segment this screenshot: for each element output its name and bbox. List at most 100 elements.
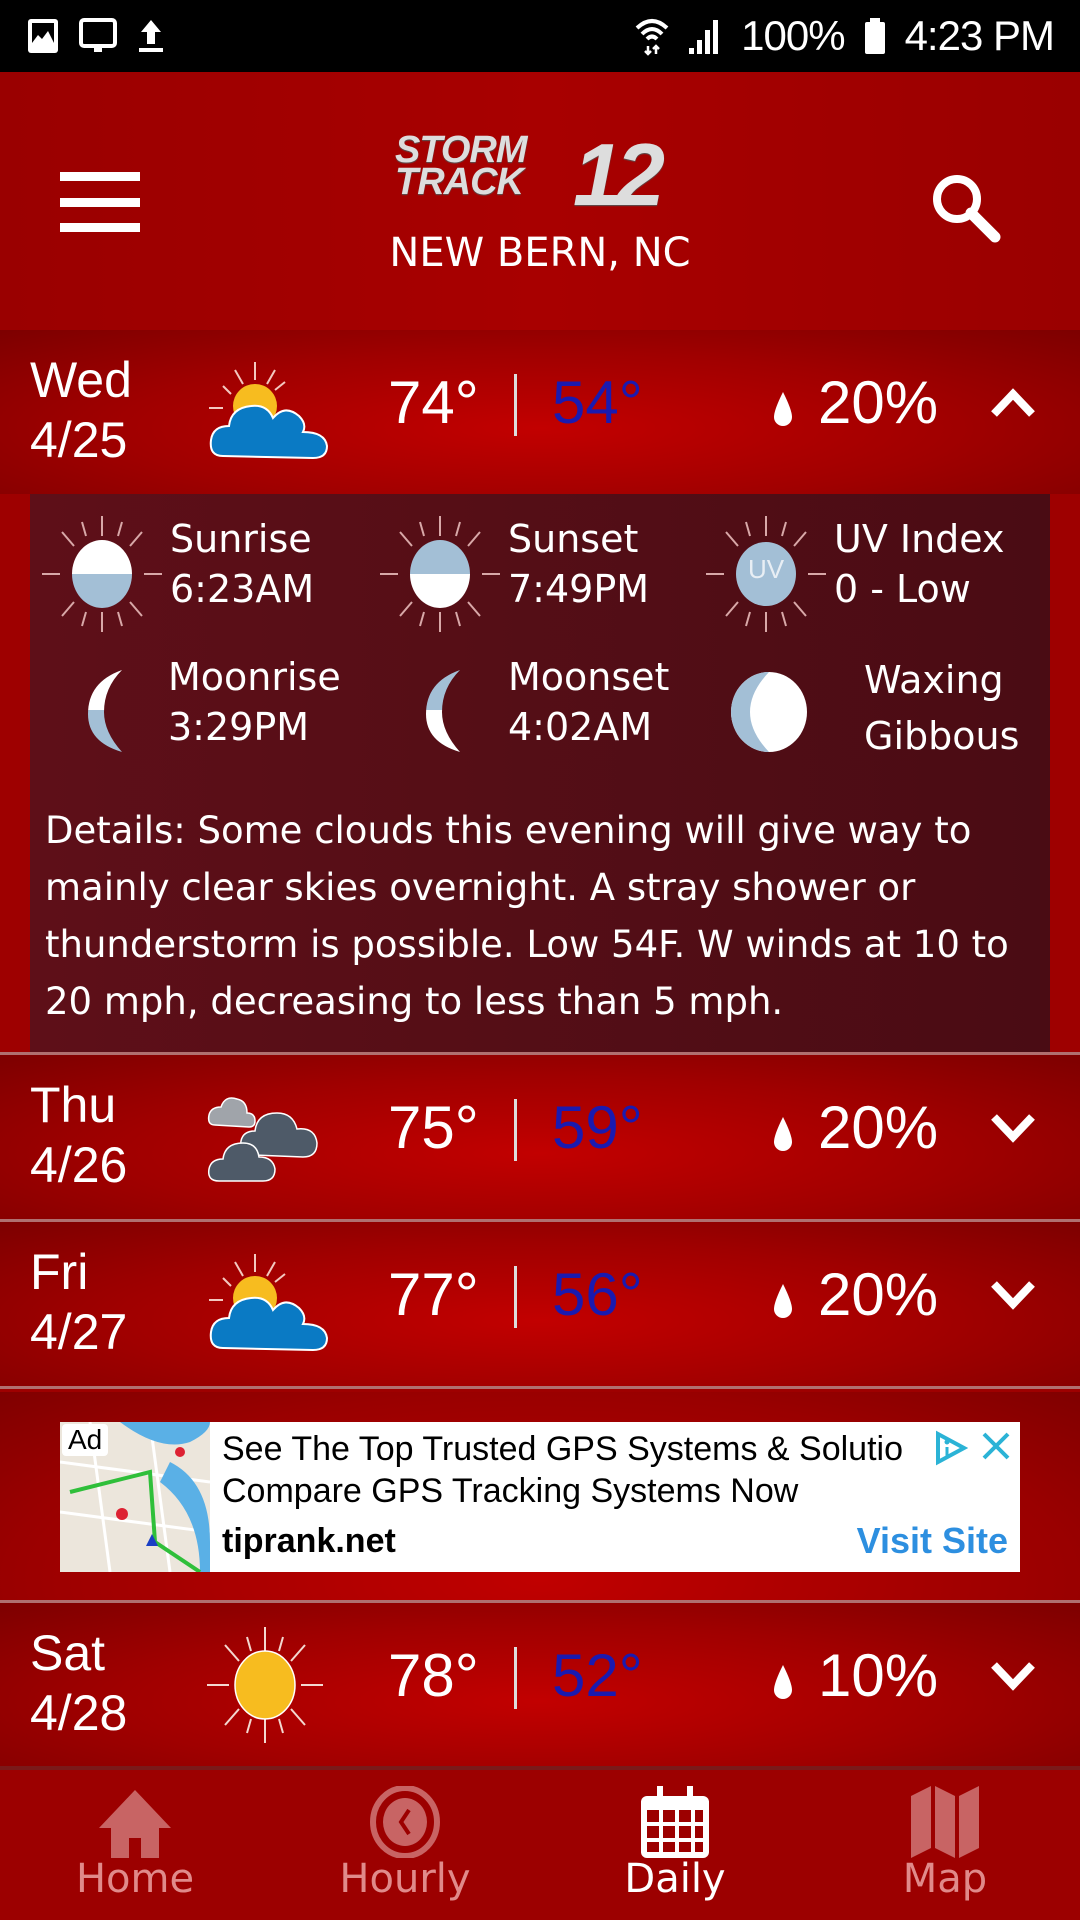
raindrop-icon [774,392,792,426]
chevron-up-icon[interactable] [990,382,1036,422]
moonset-label: Moonset [508,655,670,699]
hamburger-menu-icon[interactable] [60,172,140,232]
precip-chance: 20% [818,369,939,436]
home-icon [99,1790,171,1858]
upload-icon [139,20,163,52]
low-temp: 59° [552,1094,643,1161]
ad-subline: Compare GPS Tracking Systems Now [222,1472,799,1510]
chevron-down-icon[interactable] [990,1655,1036,1695]
moon-phase-line1: Waxing [864,658,1004,702]
day-label: Wed 4/25 [30,350,132,470]
bottom-navigation: Home Hourly Daily Map [0,1766,1080,1920]
low-temp: 54° [552,369,643,436]
chevron-down-icon[interactable] [990,1274,1036,1314]
nav-home[interactable]: Home [0,1770,270,1920]
nav-daily[interactable]: Daily [540,1770,810,1920]
day-row-sat[interactable]: Sat 4/28 78° 52° 10% [0,1603,1080,1767]
nav-home-label: Home [75,1856,195,1902]
location-label: NEW BERN, NC [389,230,691,276]
ad-map-image: Ad [60,1422,210,1572]
low-temp: 52° [552,1642,643,1709]
moonset-time: 4:02AM [508,705,653,749]
logo-number: 12 [573,125,665,224]
day-name: Fri [30,1244,89,1300]
wifi-icon [635,19,669,56]
moonrise-icon [88,670,122,752]
day-name: Sat [30,1625,106,1681]
calendar-icon [641,1786,709,1858]
moonrise-time: 3:29PM [168,705,310,749]
temp-separator [514,1099,517,1161]
visit-site-button[interactable]: Visit Site [857,1520,1008,1562]
day-label: Thu 4/26 [30,1075,127,1195]
signal-icon [689,20,719,54]
moonrise-label: Moonrise [168,655,341,699]
uv-index-value: 0 - Low [834,567,971,611]
status-bar: 100% 4:23 PM [0,0,1080,72]
precip-chance: 10% [818,1642,939,1709]
high-temp: 75° [388,1094,479,1161]
chevron-down-icon[interactable] [990,1107,1036,1147]
temp-separator [514,1266,517,1328]
high-temp: 77° [388,1261,479,1328]
nav-daily-label: Daily [624,1856,726,1902]
day-date: 4/26 [30,1137,128,1193]
sunset-time: 7:49PM [508,567,650,611]
waxing-gibbous-icon [731,672,807,752]
day-row-fri[interactable]: Fri 4/27 77° 56° 20% [0,1222,1080,1386]
day-name: Thu [30,1077,117,1133]
ad-banner[interactable]: Ad See The Top Trusted GPS Systems & Sol… [60,1422,1020,1572]
close-icon[interactable] [978,1428,1014,1464]
battery-icon [864,18,885,54]
partly-cloudy-icon [209,362,329,460]
day-name: Wed [30,352,132,408]
day-date: 4/28 [30,1685,128,1741]
day-label: Fri 4/27 [30,1242,127,1362]
adchoices-icon[interactable] [932,1430,968,1466]
raindrop-icon [774,1284,792,1318]
forecast-details-text: Details: Some clouds this evening will g… [45,809,1009,1023]
sunrise-label: Sunrise [170,517,312,561]
precip-chance: 20% [818,1094,939,1161]
sunny-icon [207,1627,323,1743]
gallery-icon [28,19,58,53]
low-temp: 56° [552,1261,643,1328]
partly-cloudy-icon [209,1254,329,1352]
search-icon[interactable] [925,167,1005,247]
app-header: STORM TRACK 12 NEW BERN, NC [0,72,1080,330]
sunrise-time: 6:23AM [170,567,315,611]
ad-domain: tiprank.net [222,1522,396,1560]
nav-hourly[interactable]: Hourly [270,1770,540,1920]
high-temp: 74° [388,369,479,436]
temp-separator [514,374,517,436]
sunset-label: Sunset [508,517,639,561]
day-details-panel: Sunrise 6:23AM Sunset 7:49PM UV UV Index 0 … [30,494,1050,1052]
nav-map[interactable]: Map [810,1770,1080,1920]
ad-headline: See The Top Trusted GPS Systems & Soluti… [222,1430,903,1468]
precip-chance: 20% [818,1261,939,1328]
ad-container: Ad See The Top Trusted GPS Systems & Sol… [0,1392,1080,1600]
logo-line-track: TRACK [395,161,524,203]
battery-percent: 100% [741,12,845,59]
nav-map-label: Map [902,1856,988,1902]
nav-hourly-label: Hourly [339,1856,471,1902]
map-icon [911,1786,979,1858]
uv-index-label: UV Index [834,517,1005,561]
temp-separator [514,1647,517,1709]
row-divider [0,1386,1080,1389]
sunrise-icon [42,516,162,632]
cloudy-icon [207,1097,318,1182]
screen-cast-icon [79,18,117,52]
clock-time: 4:23 PM [904,12,1055,59]
ad-badge: Ad [62,1424,109,1456]
day-row-wed[interactable]: Wed 4/25 74° 54° 20% [0,330,1080,494]
moon-phase-line2: Gibbous [864,714,1020,758]
uv-badge-text: UV [747,554,785,584]
clock-icon [370,1786,440,1858]
day-date: 4/25 [30,412,128,468]
day-label: Sat 4/28 [30,1623,127,1743]
day-row-thu[interactable]: Thu 4/26 75° 59° 20% [0,1055,1080,1219]
raindrop-icon [774,1665,792,1699]
sunset-icon [380,516,500,632]
high-temp: 78° [388,1642,479,1709]
